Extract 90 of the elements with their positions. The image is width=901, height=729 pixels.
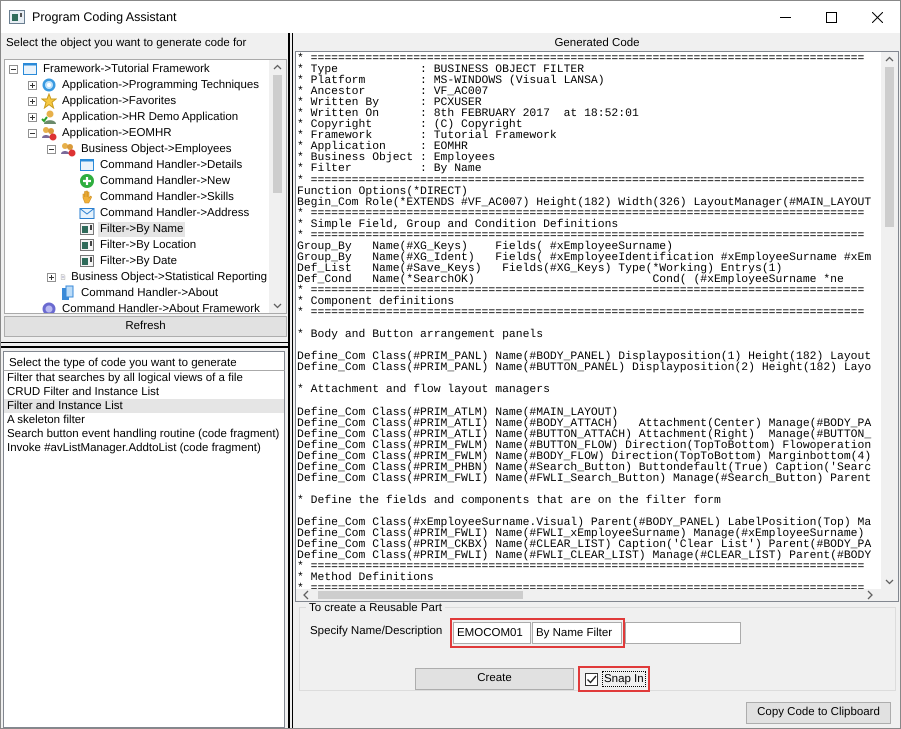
tree-item[interactable]: Application->HR Demo Application	[60, 110, 240, 124]
expand-icon[interactable]	[28, 96, 37, 106]
name-field[interactable]: EMOCOM01	[453, 622, 531, 644]
collapse-icon[interactable]	[28, 128, 37, 138]
list-item[interactable]: A skeleton filter	[4, 413, 284, 427]
list-item[interactable]: Filter and Instance List	[4, 399, 284, 413]
code-line: Def_Cond Name(*SearchOK) Cond( (#xEmployeeSurname *ne	[297, 274, 845, 286]
code-line: Define_Com Class(#PRIM_ATLI) Name(#BUTTON_ATTACH) Attachment(Right) Manage(#BUTTON_	[297, 430, 872, 441]
code-line: Define_Com Class(#PRIM_ATLI) Name(#BODY_ATTACH) Attachment(Center) Manage(#BODY_PA	[297, 418, 872, 430]
checkbox-label[interactable]: Snap In	[602, 671, 646, 687]
window-icon	[79, 157, 95, 173]
code-line: * =================================================================================	[297, 176, 866, 187]
tree-item[interactable]: Filter->By Name	[98, 222, 186, 236]
people-icon	[60, 141, 76, 157]
close-icon[interactable]	[872, 12, 882, 22]
form-icon	[79, 253, 95, 269]
scroll-thumb[interactable]	[273, 75, 282, 193]
code-line: * =================================================================================	[297, 208, 866, 220]
scrollbar[interactable]	[881, 52, 898, 589]
tree-item[interactable]: Business Object->Statistical Reporting	[69, 270, 269, 284]
panel-label: Select the object you want to generate code for	[5, 36, 248, 51]
tree-item[interactable]: Application->EOMHR	[60, 126, 174, 140]
code-line: * =================================================================================	[297, 230, 866, 242]
people-icon	[41, 125, 57, 141]
tree-item[interactable]: Application->Favorites	[60, 94, 178, 108]
code-line: Define_Com Class(#PRIM_PHBN) Name(#Search_Button) Buttondefault(True) Caption('Searc	[297, 462, 872, 474]
field-label: Specify Name/Description	[310, 624, 444, 639]
code-line: Define_Com Class(#PRIM_ATLM) Name(#MAIN_LAYOUT)	[297, 408, 620, 418]
copy-code-button[interactable]: Copy Code to Clipboard	[746, 702, 891, 724]
tree-item[interactable]: Filter->By Date	[98, 254, 180, 268]
code-line: * =================================================================================	[297, 286, 866, 297]
code-line: Define_Com Class(#PRIM_FWLM) Name(#BUTTON_FLOW) Direction(TopToBottom) Flowoperation	[297, 440, 872, 452]
window-icon	[22, 61, 38, 77]
star-icon	[41, 93, 57, 109]
code-line: Begin_Com Role(*EXTENDS #VF_AC007) Height(182) Width(326) LayoutManager(#MAIN_LAYOUT	[297, 198, 872, 209]
scroll-thumb[interactable]	[318, 591, 523, 599]
tree-item[interactable]: Command Handler->About	[79, 286, 220, 300]
tree-item[interactable]: Command Handler->Details	[98, 158, 244, 172]
tree-item[interactable]: Command Handler->New	[98, 174, 232, 188]
group-legend: To create a Reusable Part	[306, 602, 445, 614]
envelope-icon	[79, 205, 95, 221]
user-icon	[41, 109, 57, 125]
panel-title: Generated Code	[554, 37, 640, 49]
code-line: Define_Com Class(#PRIM_FWLM) Name(#BODY_FLOW) Direction(TopToBottom) Marginbottom(4)	[297, 452, 872, 463]
input-field[interactable]	[625, 622, 741, 644]
maximize-icon[interactable]	[826, 12, 836, 22]
form-icon	[79, 237, 95, 253]
code-line: Define_Com Class(#PRIM_PANL) Name(#BUTTON_PANEL) Displayposition(2) Height(182) Layo	[297, 363, 872, 374]
code-line: * Simple Field, Group and Condition Definitions	[297, 220, 620, 231]
list-item[interactable]: Search button event handling routine (code fragment)	[4, 427, 284, 441]
tree-item[interactable]: Business Object->Employees	[79, 142, 234, 156]
add-icon	[79, 173, 95, 189]
code-line: Group_By Name(#XG_Keys) Fields( #xEmployeeSurname)	[297, 242, 673, 253]
code-line: Define_Com Class(#xEmployeeSurname.Visual) Parent(#BODY_PANEL) LabelPosition(Top) Ma	[297, 518, 872, 529]
form-icon	[79, 221, 95, 237]
expand-icon[interactable]	[28, 80, 37, 90]
code-line: * Define the fields and components that are on the filter form	[297, 496, 722, 507]
code-line: Group_By Name(#XG_Ident) Fields( #xEmployeeIdentification #xEmployeeSurname #xEm	[297, 252, 872, 264]
panel-label: Select the type of code you want to generate	[3, 351, 285, 370]
expand-icon[interactable]	[47, 272, 56, 282]
tree-item[interactable]: Framework->Tutorial Framework	[41, 62, 212, 76]
collapse-icon[interactable]	[9, 64, 18, 74]
list-item[interactable]: Invoke #avListManager.AddtoList (code fragment)	[4, 441, 284, 455]
code-line: Def_List Name(#Save_Keys) Fields(#XG_Keys) Type(*Working) Entrys(1)	[297, 264, 782, 275]
app-icon	[9, 10, 25, 24]
code-line: * Attachment and flow layout managers	[297, 385, 551, 396]
collapse-icon[interactable]	[47, 144, 56, 154]
list-item[interactable]: Filter that searches by all logical views of a file	[4, 371, 284, 385]
tree-item[interactable]: Command Handler->About Framework	[60, 302, 262, 313]
tree-item[interactable]: Application->Programming Techniques	[60, 78, 261, 92]
tree-item[interactable]: Command Handler->Address	[98, 206, 252, 220]
code-line: * =================================================================================	[297, 54, 866, 65]
scrollbar[interactable]	[296, 589, 898, 601]
code-line: * Body and Button arrangement panels	[297, 330, 544, 342]
code-line: Define_Com Class(#PRIM_FWLI) Name(#FWLI_Search_Button) Manage(#Search_Button) Parent	[297, 474, 872, 485]
list-item[interactable]: CRUD Filter and Instance List	[4, 385, 284, 399]
description-field[interactable]: By Name Filter	[532, 622, 622, 644]
create-button[interactable]: Create	[415, 668, 574, 690]
snap-in-checkbox[interactable]	[585, 672, 598, 686]
refresh-button[interactable]: Refresh	[4, 316, 287, 337]
tree-item[interactable]: Command Handler->Skills	[98, 190, 236, 204]
code-line: * =================================================================================	[297, 584, 866, 589]
code-line: * =================================================================================	[297, 308, 866, 320]
scroll-thumb[interactable]	[885, 67, 894, 227]
code-line: * Filter : By Name	[297, 164, 483, 176]
expand-icon[interactable]	[28, 112, 37, 122]
tree-item[interactable]: Filter->By Location	[98, 238, 198, 252]
window-title: Program Coding Assistant	[32, 8, 177, 26]
code-line: Function Options(*DIRECT)	[297, 186, 468, 198]
scrollbar[interactable]	[269, 60, 286, 313]
